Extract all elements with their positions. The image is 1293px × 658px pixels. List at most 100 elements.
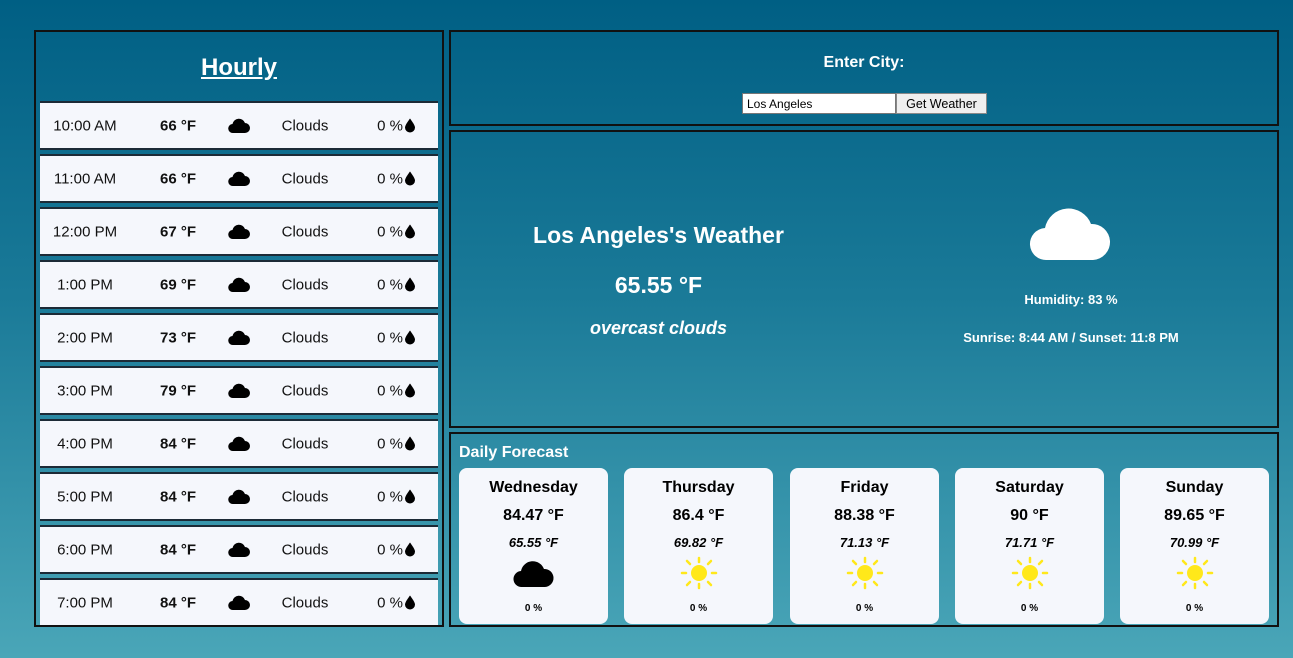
hourly-desc: Clouds xyxy=(281,117,329,134)
hourly-desc: Clouds xyxy=(281,223,329,240)
hourly-pop: 0 % xyxy=(377,488,403,505)
hourly-time: 1:00 PM xyxy=(57,276,113,293)
hourly-precip: 0 % xyxy=(365,382,415,399)
cloud-icon xyxy=(228,436,252,452)
forecast-precip: 0 % xyxy=(1020,603,1039,614)
cloud-icon xyxy=(228,118,252,134)
hourly-pop: 0 % xyxy=(377,276,403,293)
hourly-title: Hourly xyxy=(200,54,277,81)
forecast-card: Thursday 86.4 °F 69.82 °F 0 % xyxy=(624,468,773,624)
droplet-icon xyxy=(405,383,415,397)
sun-icon xyxy=(1176,556,1214,590)
forecast-low: 71.13 °F xyxy=(839,535,890,550)
hourly-time: 4:00 PM xyxy=(57,435,113,452)
forecast-low: 71.71 °F xyxy=(1004,535,1055,550)
droplet-icon xyxy=(405,171,415,185)
sun-icon xyxy=(1011,556,1049,590)
hourly-desc: Clouds xyxy=(281,488,329,505)
forecast-day: Wednesday xyxy=(489,479,578,496)
forecast-high: 84.47 °F xyxy=(503,507,564,524)
forecast-card: Sunday 89.65 °F 70.99 °F 0 % xyxy=(1120,468,1269,624)
hourly-desc: Clouds xyxy=(281,170,329,187)
droplet-icon xyxy=(405,595,415,609)
forecast-precip: 0 % xyxy=(855,603,874,614)
hourly-pop: 0 % xyxy=(377,435,403,452)
forecast-high: 89.65 °F xyxy=(1164,507,1225,524)
cloud-icon xyxy=(228,330,252,346)
hourly-desc: Clouds xyxy=(281,594,329,611)
droplet-icon xyxy=(405,436,415,450)
hourly-pop: 0 % xyxy=(377,329,403,346)
forecast-precip: 0 % xyxy=(1185,603,1204,614)
hourly-temp: 69 °F xyxy=(159,276,196,293)
hourly-row: 10:00 AM 66 °F Clouds 0 % xyxy=(40,101,438,150)
hourly-time: 3:00 PM xyxy=(57,382,113,399)
forecast-card: Friday 88.38 °F 71.13 °F 0 % xyxy=(790,468,939,624)
daily-forecast-panel: Daily Forecast Wednesday 84.47 °F 65.55 … xyxy=(449,432,1279,627)
hourly-pop: 0 % xyxy=(377,117,403,134)
cloud-icon xyxy=(228,542,252,558)
droplet-icon xyxy=(405,277,415,291)
city-input[interactable] xyxy=(742,93,896,114)
hourly-panel: Hourly 10:00 AM 66 °F Clouds 0 % 11:00 A… xyxy=(34,30,444,627)
droplet-icon xyxy=(405,118,415,132)
forecast-day: Saturday xyxy=(995,479,1064,496)
hourly-temp: 79 °F xyxy=(159,382,196,399)
forecast-high: 88.38 °F xyxy=(834,507,895,524)
hourly-temp: 73 °F xyxy=(159,329,196,346)
hourly-temp: 67 °F xyxy=(159,223,196,240)
hourly-pop: 0 % xyxy=(377,594,403,611)
hourly-temp: 66 °F xyxy=(159,170,196,187)
droplet-icon xyxy=(405,542,415,556)
forecast-low: 70.99 °F xyxy=(1169,535,1220,550)
cloud-icon xyxy=(228,595,252,611)
hourly-temp: 84 °F xyxy=(159,488,196,505)
current-temperature: 65.55 °F xyxy=(614,272,703,298)
hourly-row: 5:00 PM 84 °F Clouds 0 % xyxy=(40,472,438,521)
hourly-pop: 0 % xyxy=(377,541,403,558)
droplet-icon xyxy=(405,489,415,503)
hourly-row: 3:00 PM 79 °F Clouds 0 % xyxy=(40,366,438,415)
forecast-precip: 0 % xyxy=(689,603,708,614)
hourly-pop: 0 % xyxy=(377,170,403,187)
forecast-precip: 0 % xyxy=(524,603,543,614)
search-panel: Enter City: Get Weather xyxy=(449,30,1279,126)
current-description: overcast clouds xyxy=(589,318,728,338)
hourly-precip: 0 % xyxy=(365,170,415,187)
forecast-high: 86.4 °F xyxy=(672,507,725,524)
forecast-low: 65.55 °F xyxy=(508,535,559,550)
forecast-card: Wednesday 84.47 °F 65.55 °F 0 % xyxy=(459,468,608,624)
hourly-desc: Clouds xyxy=(281,435,329,452)
city-label: Enter City: xyxy=(823,54,905,71)
hourly-precip: 0 % xyxy=(365,329,415,346)
cloud-icon xyxy=(513,561,554,588)
hourly-desc: Clouds xyxy=(281,541,329,558)
hourly-precip: 0 % xyxy=(365,276,415,293)
forecast-high: 90 °F xyxy=(1010,507,1049,524)
get-weather-button[interactable]: Get Weather xyxy=(896,93,987,114)
hourly-precip: 0 % xyxy=(365,488,415,505)
droplet-icon xyxy=(405,330,415,344)
hourly-temp: 84 °F xyxy=(159,541,196,558)
hourly-time: 10:00 AM xyxy=(53,117,117,134)
droplet-icon xyxy=(405,224,415,238)
current-weather-panel: Los Angeles's Weather 65.55 °F overcast … xyxy=(449,130,1279,428)
cloud-icon xyxy=(228,383,252,399)
hourly-time: 5:00 PM xyxy=(57,488,113,505)
hourly-precip: 0 % xyxy=(365,594,415,611)
humidity-text: Humidity: 83 % xyxy=(1024,292,1118,307)
hourly-row: 1:00 PM 69 °F Clouds 0 % xyxy=(40,260,438,309)
hourly-time: 12:00 PM xyxy=(52,223,118,240)
hourly-time: 6:00 PM xyxy=(57,541,113,558)
hourly-precip: 0 % xyxy=(365,435,415,452)
hourly-row: 12:00 PM 67 °F Clouds 0 % xyxy=(40,207,438,256)
hourly-row: 2:00 PM 73 °F Clouds 0 % xyxy=(40,313,438,362)
forecast-day: Friday xyxy=(840,479,889,496)
forecast-day: Sunday xyxy=(1165,479,1224,496)
cloud-icon xyxy=(228,224,252,240)
hourly-time: 2:00 PM xyxy=(57,329,113,346)
hourly-temp: 84 °F xyxy=(159,594,196,611)
forecast-day: Thursday xyxy=(662,479,735,496)
cloud-icon xyxy=(228,277,252,293)
hourly-desc: Clouds xyxy=(281,276,329,293)
